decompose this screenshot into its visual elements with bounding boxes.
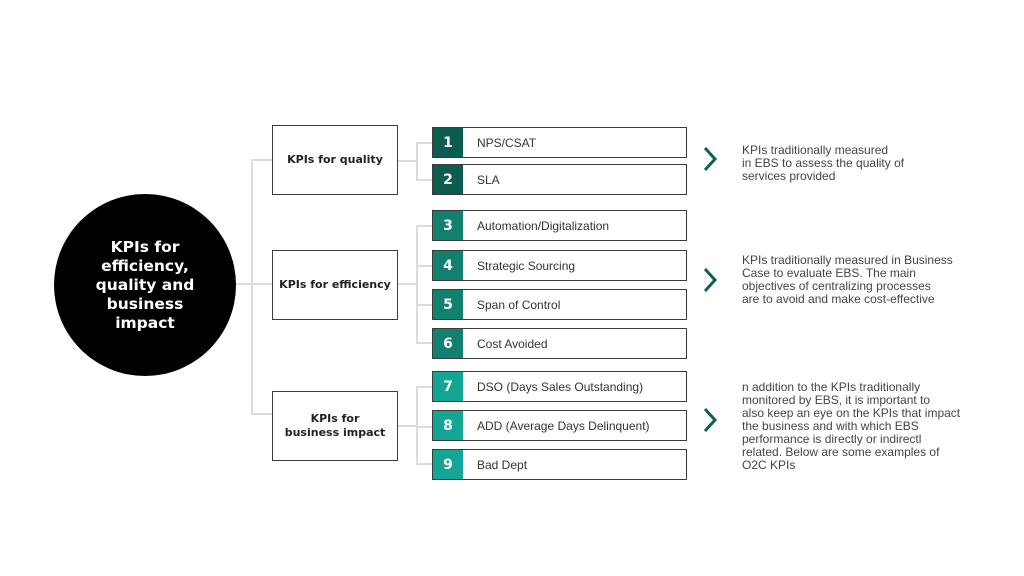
kpi-row: 7 DSO (Days Sales Outstanding) bbox=[432, 371, 687, 402]
kpi-number: 2 bbox=[433, 165, 463, 194]
kpi-row: 8 ADD (Average Days Delinquent) bbox=[432, 410, 687, 441]
connector bbox=[416, 265, 432, 267]
kpi-row: 3 Automation/Digitalization bbox=[432, 210, 687, 241]
kpi-label: DSO (Days Sales Outstanding) bbox=[477, 379, 644, 394]
category-label: KPIs for quality bbox=[287, 153, 383, 166]
connector bbox=[416, 225, 418, 343]
hub-circle: KPIs for efficiency, quality and busines… bbox=[54, 194, 236, 376]
category-quality: KPIs for quality bbox=[272, 125, 398, 195]
category-efficiency: KPIs for efficiency bbox=[272, 250, 398, 320]
kpi-label: Bad Dept bbox=[477, 457, 528, 472]
kpi-row: 9 Bad Dept bbox=[432, 449, 687, 480]
kpi-label: Cost Avoided bbox=[477, 336, 548, 351]
kpi-number: 7 bbox=[433, 372, 463, 401]
connector bbox=[416, 463, 432, 465]
kpi-label: Automation/Digitalization bbox=[477, 218, 610, 233]
connector bbox=[251, 413, 272, 415]
category-label: KPIs for efficiency bbox=[279, 278, 391, 291]
kpi-row: 2 SLA bbox=[432, 164, 687, 195]
connector bbox=[251, 159, 253, 415]
kpi-number: 4 bbox=[433, 251, 463, 280]
category-business-impact: KPIs for business impact bbox=[272, 391, 398, 461]
connector bbox=[416, 342, 432, 344]
description-efficiency: KPIs traditionally measured in Business … bbox=[742, 253, 953, 306]
connector bbox=[398, 283, 417, 285]
connector bbox=[251, 159, 272, 161]
connector bbox=[416, 179, 432, 181]
connector bbox=[416, 386, 418, 464]
connector bbox=[398, 160, 417, 162]
connector bbox=[416, 225, 432, 227]
connector bbox=[416, 386, 432, 388]
connector bbox=[398, 425, 417, 427]
description-business-impact: n addition to the KPIs traditionally mon… bbox=[742, 380, 961, 472]
hub-label: KPIs for efficiency, quality and busines… bbox=[95, 237, 195, 332]
description-quality: KPIs traditionally measured in EBS to as… bbox=[742, 143, 905, 183]
connector bbox=[416, 142, 418, 180]
connector bbox=[416, 304, 432, 306]
kpi-label: NPS/CSAT bbox=[477, 135, 537, 150]
category-label: KPIs for business impact bbox=[284, 412, 386, 439]
chevron-right-icon bbox=[703, 146, 718, 172]
kpi-row: 5 Span of Control bbox=[432, 289, 687, 320]
chevron-right-icon bbox=[703, 267, 718, 293]
kpi-label: Span of Control bbox=[477, 297, 561, 312]
kpi-number: 9 bbox=[433, 450, 463, 479]
kpi-label: SLA bbox=[477, 172, 500, 187]
connector bbox=[236, 283, 272, 285]
kpi-row: 1 NPS/CSAT bbox=[432, 127, 687, 158]
connector bbox=[416, 426, 432, 428]
kpi-number: 6 bbox=[433, 329, 463, 358]
kpi-row: 6 Cost Avoided bbox=[432, 328, 687, 359]
kpi-number: 3 bbox=[433, 211, 463, 240]
connector bbox=[416, 142, 432, 144]
chevron-right-icon bbox=[703, 407, 718, 433]
kpi-row: 4 Strategic Sourcing bbox=[432, 250, 687, 281]
kpi-label: Strategic Sourcing bbox=[477, 258, 576, 273]
kpi-label: ADD (Average Days Delinquent) bbox=[477, 418, 650, 433]
kpi-number: 8 bbox=[433, 411, 463, 440]
kpi-number: 1 bbox=[433, 128, 463, 157]
kpi-number: 5 bbox=[433, 290, 463, 319]
